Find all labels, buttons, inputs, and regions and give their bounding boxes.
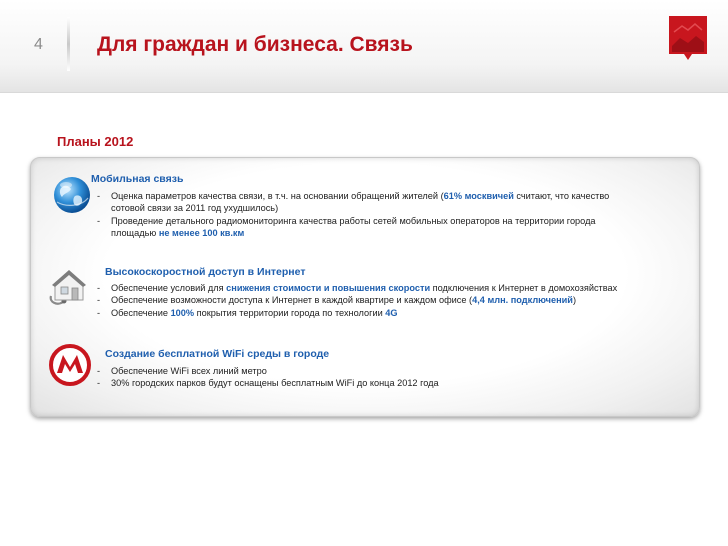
- list-item: Проведение детального радиомониторинга к…: [97, 215, 609, 240]
- internet-bullets: Обеспечение условий для снижения стоимос…: [97, 282, 617, 320]
- globe-icon: [54, 177, 90, 213]
- content-panel: Мобильная связь Оценка параметров качест…: [30, 157, 700, 417]
- page-number: 4: [34, 36, 43, 53]
- list-item: Обеспечение 100% покрытия территории гор…: [97, 307, 617, 320]
- list-item: Обеспечение условий для снижения стоимос…: [97, 282, 617, 295]
- section-heading-mobile: Мобильная связь: [91, 173, 184, 185]
- metro-icon: [49, 344, 91, 386]
- header-divider: [67, 17, 70, 71]
- list-item: Обеспечение возможности доступа к Интерн…: [97, 294, 617, 307]
- slide-header: 4 Для граждан и бизнеса. Связь: [0, 0, 728, 93]
- wifi-bullets: Обеспечение WiFi всех линий метро 30% го…: [97, 365, 439, 390]
- house-icon: [49, 270, 86, 305]
- moscow-logo-icon: [669, 16, 707, 60]
- section-heading-wifi: Создание бесплатной WiFi среды в городе: [105, 348, 330, 360]
- mobile-bullets: Оценка параметров качества связи, в т.ч.…: [97, 190, 609, 240]
- list-item: 30% городских парков будут оснащены бесп…: [97, 377, 439, 390]
- section-heading-internet: Высокоскоростной доступ в Интернет: [105, 266, 306, 278]
- list-item: Обеспечение WiFi всех линий метро: [97, 365, 439, 378]
- slide-title: Для граждан и бизнеса. Связь: [97, 33, 413, 56]
- plans-title: Планы 2012: [57, 134, 134, 149]
- list-item: Оценка параметров качества связи, в т.ч.…: [97, 190, 609, 215]
